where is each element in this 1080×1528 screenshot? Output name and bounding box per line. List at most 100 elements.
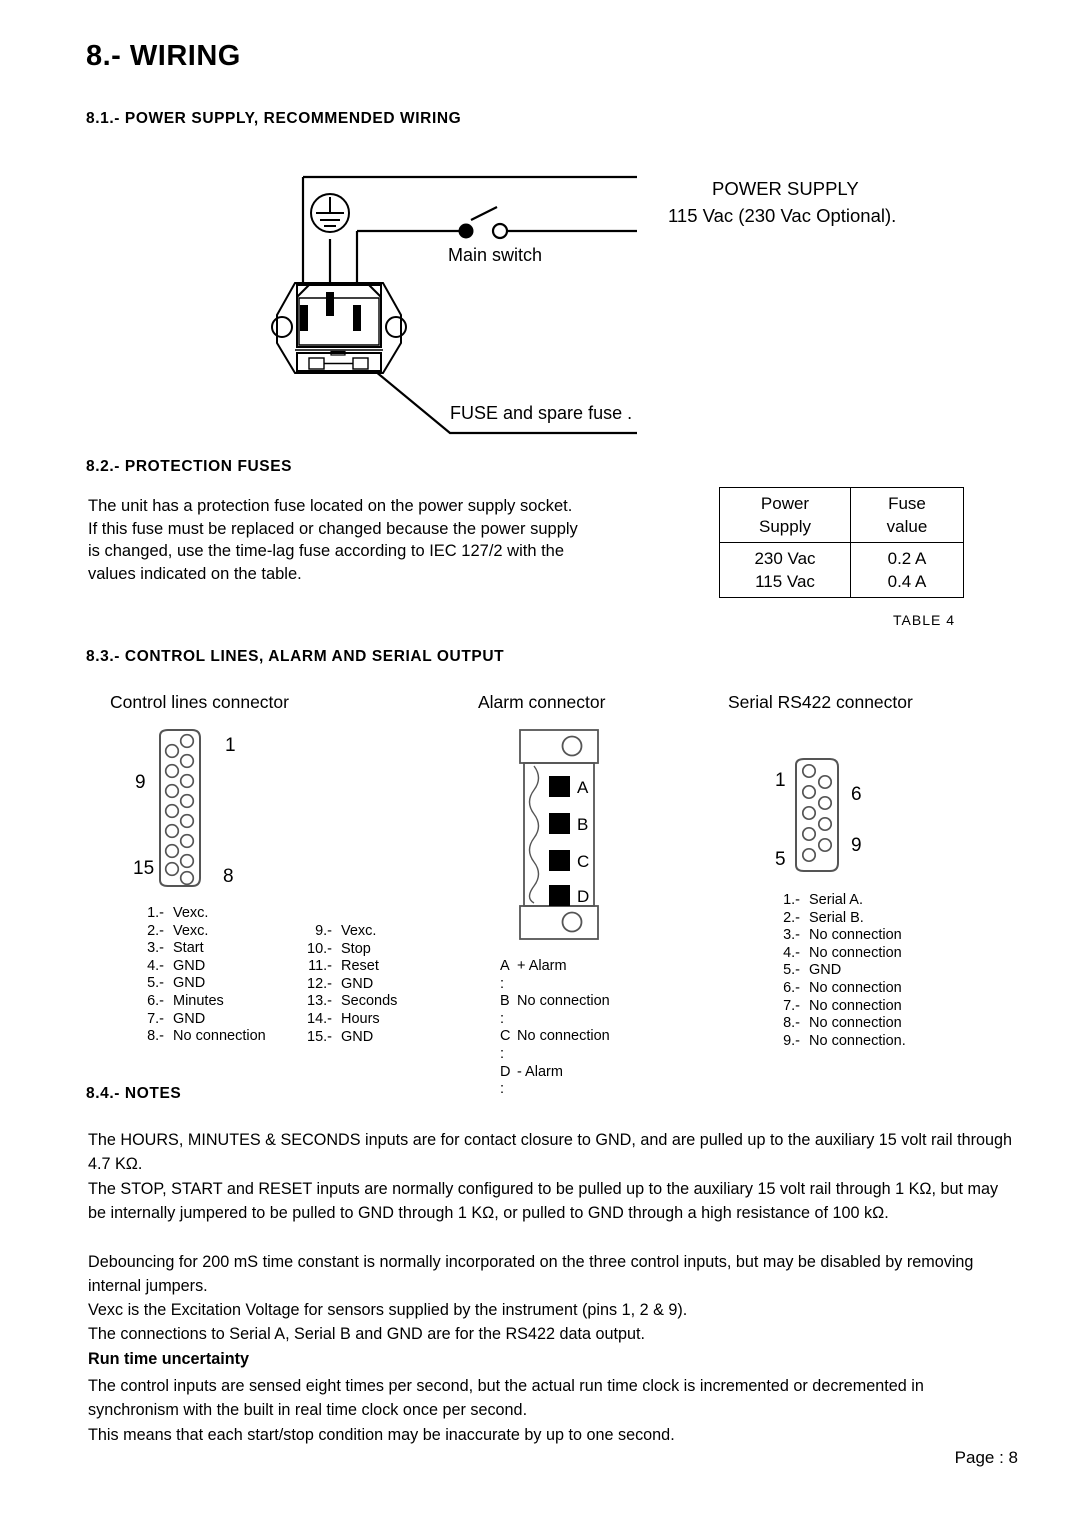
power-supply-label-line1: POWER SUPPLY xyxy=(712,178,859,199)
pin-row: 8.- No connection xyxy=(130,1028,266,1046)
power-supply-label-line2: 115 Vac (230 Vac Optional). xyxy=(668,205,897,226)
pin-name: Stop xyxy=(341,940,371,957)
alarm-terminal-squares xyxy=(549,776,570,906)
db9-pin-label-6: 6 xyxy=(851,784,862,805)
pin-number: 3.- xyxy=(783,927,800,944)
pin-number: 10.- xyxy=(307,940,332,957)
pin-name: GND xyxy=(173,975,206,992)
pin-row: 4.- GND xyxy=(130,958,266,976)
pin-row: 8.- No connection xyxy=(778,1015,906,1033)
pin-number: 3.- xyxy=(147,940,164,957)
pin-row: 7.- GND xyxy=(130,1011,266,1029)
pin-number: 5.- xyxy=(783,962,800,979)
pin-number: 1.- xyxy=(147,905,164,921)
pin-row: B : No connection xyxy=(500,993,610,1028)
pin-row: 2.- Vexc. xyxy=(130,923,266,941)
pin-row: 3.- No connection xyxy=(778,927,906,945)
note-paragraph-2: The STOP, START and RESET inputs are nor… xyxy=(88,1180,999,1222)
pin-name: No connection xyxy=(517,993,610,1010)
pin-name: GND xyxy=(341,975,374,992)
pin-number: 8.- xyxy=(783,1015,800,1032)
pin-name: Vexc. xyxy=(173,905,209,921)
table-row: 230 Vac 115 Vac 0.2 A 0.4 A xyxy=(719,542,964,598)
pin-name: No connection xyxy=(809,997,902,1014)
db9-connector-drawing xyxy=(778,755,858,880)
iec-inlet-socket xyxy=(271,282,407,374)
note-paragraph-4: Vexc is the Excitation Voltage for senso… xyxy=(88,1301,688,1319)
table-cell-voltages: 230 Vac 115 Vac xyxy=(719,542,851,598)
page-number: Page : 8 xyxy=(954,1448,1018,1467)
control-pin-list-column-1: 1.- Vexc. 2.- Vexc. 3.- Start 4.- GND 5.- GND 6.- M… xyxy=(130,905,266,1046)
pin-number: C : xyxy=(500,1028,511,1062)
protection-fuses-paragraph: The unit has a protection fuse located o… xyxy=(88,497,578,583)
pin-name: Serial B. xyxy=(809,909,864,926)
db15-pin-label-15: 15 xyxy=(133,858,155,879)
pin-number: 7.- xyxy=(783,997,800,1014)
pin-row: 1.- Serial A. xyxy=(778,892,906,910)
alarm-connector-drawing: A B C D xyxy=(512,728,612,945)
pin-name: No connection xyxy=(809,1015,902,1032)
pin-row: A : + Alarm xyxy=(500,958,610,993)
pin-name: No connection xyxy=(809,927,902,944)
alarm-connector-title: Alarm connector xyxy=(478,692,606,712)
pin-row: 12.- GND xyxy=(298,976,397,994)
pin-name: Minutes xyxy=(173,992,224,1009)
pin-row: C : No connection xyxy=(500,1028,610,1063)
pin-number: 6.- xyxy=(147,992,164,1009)
pin-name: No connection xyxy=(517,1028,610,1045)
pin-name: - Alarm xyxy=(517,1063,563,1080)
pin-number: 13.- xyxy=(307,993,332,1010)
pin-number: 9.- xyxy=(783,1032,800,1049)
pin-row: 3.- Start xyxy=(130,940,266,958)
pin-number: 4.- xyxy=(783,944,800,961)
pin-row: 5.- GND xyxy=(130,975,266,993)
main-switch-symbol xyxy=(458,206,509,240)
alarm-terminal-svg: A B C D xyxy=(519,729,599,940)
pin-name: GND xyxy=(173,957,206,974)
table-header-power-supply: Power Supply xyxy=(719,487,851,543)
run-time-uncertainty-heading: Run time uncertainty xyxy=(88,1350,249,1368)
pin-number: 2.- xyxy=(147,922,164,939)
table-caption: TABLE 4 xyxy=(893,612,955,628)
svg-text:D: D xyxy=(577,887,589,906)
pin-number: 1.- xyxy=(783,892,800,908)
pin-name: Vexc. xyxy=(341,923,377,939)
fuse-values-table: Power Supply Fuse value 230 Vac 115 Vac … xyxy=(719,487,964,598)
note-paragraph-1: The HOURS, MINUTES & SECONDS inputs are … xyxy=(88,1131,1012,1173)
pin-name: Start xyxy=(173,940,204,957)
pin-name: Vexc. xyxy=(173,922,209,939)
svg-text:C: C xyxy=(577,852,589,871)
pin-row: 5.- GND xyxy=(778,962,906,980)
pin-number: 11.- xyxy=(308,958,332,975)
run-time-paragraph-2: This means that each start/stop conditio… xyxy=(88,1426,675,1444)
pin-name: Reset xyxy=(341,958,379,975)
svg-text:B: B xyxy=(577,815,588,834)
serial-connector-title: Serial RS422 connector xyxy=(728,692,913,712)
pin-number: 7.- xyxy=(147,1010,164,1027)
table-header-fuse-value: Fuse value xyxy=(850,487,964,543)
pin-row: 1.- Vexc. xyxy=(130,905,266,923)
alarm-terminal-letters: A B C D xyxy=(577,778,589,906)
pin-name: + Alarm xyxy=(517,958,567,974)
pin-row: 11.- Reset xyxy=(298,958,397,976)
alarm-pin-list: A : + Alarm B : No connection C : No connecti… xyxy=(500,958,610,1099)
control-connector-title: Control lines connector xyxy=(110,692,289,712)
pin-name: No connection xyxy=(809,979,902,996)
pin-row: D : - Alarm xyxy=(500,1064,610,1099)
pin-name: Serial A. xyxy=(809,892,863,908)
page-title: 8.- WIRING xyxy=(86,40,241,72)
pin-number: 2.- xyxy=(783,909,800,926)
control-pin-list-column-2: 9.- Vexc. 10.- Stop 11.- Reset 12.- GND 13.- Seco… xyxy=(298,923,397,1046)
pin-number: 6.- xyxy=(783,979,800,996)
pin-name: GND xyxy=(809,962,842,979)
db9-pin-label-1: 1 xyxy=(775,770,786,791)
note-paragraph-3: Debouncing for 200 mS time constant is n… xyxy=(88,1253,974,1295)
pin-name: No connection. xyxy=(809,1032,906,1049)
pin-row: 9.- Vexc. xyxy=(298,923,397,941)
pin-number: B : xyxy=(500,993,510,1027)
section-heading-8-2: 8.2.- PROTECTION FUSES xyxy=(86,458,293,475)
table-header-row: Power Supply Fuse value xyxy=(719,487,964,543)
run-time-paragraph-1: The control inputs are sensed eight time… xyxy=(88,1377,924,1419)
pin-row: 6.- No connection xyxy=(778,980,906,998)
section-heading-8-4: 8.4.- NOTES xyxy=(86,1085,182,1102)
